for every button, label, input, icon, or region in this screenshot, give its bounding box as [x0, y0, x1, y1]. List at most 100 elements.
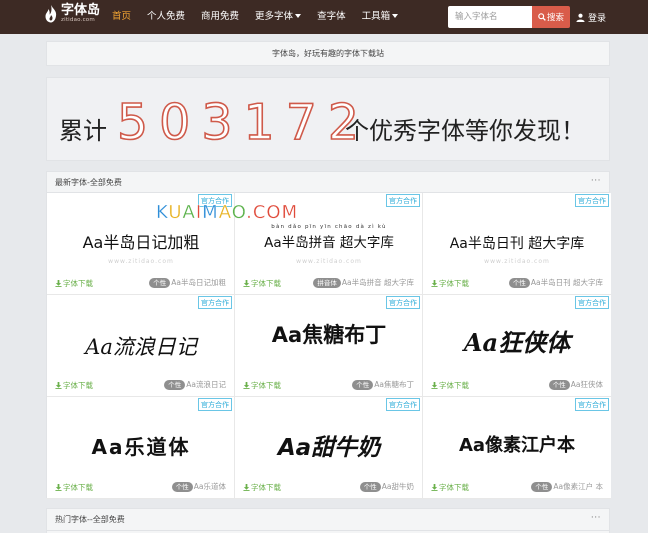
nav-home[interactable]: 首页: [104, 0, 139, 34]
download-label: 字体下载: [63, 381, 93, 390]
partner-badge: 官方合作: [198, 296, 232, 309]
latest-fonts-section: 最新字体-全部免费 ··· 官方合作 Aa半岛日记加粗 www.zitidao.…: [46, 171, 611, 499]
download-label: 字体下载: [63, 279, 93, 288]
download-icon: [55, 484, 62, 491]
nav-more-fonts-label: 更多字体: [255, 11, 294, 22]
font-name: Aa半岛日刊 超大字库: [530, 278, 603, 287]
nav-find-font[interactable]: 查字体: [309, 0, 354, 34]
font-meta: 个性 Aa流浪日记: [164, 379, 226, 390]
download-link[interactable]: 字体下载: [243, 482, 281, 493]
caret-down-icon: [295, 14, 302, 18]
logo-name: 字体岛: [61, 3, 101, 18]
download-icon: [55, 382, 62, 389]
font-meta: 个性 Aa狂侠体: [548, 379, 603, 390]
section-title: 最新字体-全部免费: [55, 177, 122, 187]
kuaimao-letter-a: A: [182, 202, 196, 223]
more-icon[interactable]: ···: [591, 513, 601, 523]
font-name: Aa半岛拼音 超大字库: [341, 278, 414, 287]
kuaimao-rest: .COM: [246, 202, 299, 223]
font-sample: Aa甜牛奶: [277, 435, 381, 461]
style-tag: 个性: [508, 277, 530, 288]
download-icon: [431, 280, 438, 287]
kuaimao-letter-o: O: [231, 202, 247, 223]
pinyin-row: bàn dǎo pīn yīn chāo dà zì kù: [271, 224, 387, 230]
download-label: 字体下载: [63, 483, 93, 492]
font-card[interactable]: 官方合作 Aa像素江户本 字体下载 个性 Aa像素江户 本: [423, 397, 611, 499]
download-link[interactable]: 字体下载: [243, 380, 281, 391]
font-meta: 个性 Aa半岛日记加粗: [149, 277, 226, 288]
search-input[interactable]: [448, 6, 532, 28]
style-tag: 个性: [164, 379, 186, 390]
style-tag: 个性: [531, 481, 553, 492]
download-label: 字体下载: [439, 279, 469, 288]
search-button[interactable]: 搜索: [532, 6, 570, 28]
nav-toolbox-label: 工具箱: [361, 11, 391, 22]
flame-logo-icon: [44, 4, 58, 23]
partner-badge: 官方合作: [575, 296, 609, 309]
counter-number: 503172: [116, 93, 371, 152]
font-meta: 个性 Aa焦糖布丁: [352, 379, 414, 390]
font-card[interactable]: 官方合作 Aa焦糖布丁 字体下载 个性 Aa焦糖布丁: [235, 295, 423, 397]
font-sample: Aa半岛拼音 超大字库: [264, 235, 394, 251]
partner-badge: 官方合作: [575, 398, 609, 411]
watermark: www.zitidao.com: [484, 258, 550, 265]
font-sample: Aa流浪日记: [85, 335, 197, 359]
tagline-banner: 字体岛，好玩有趣的字体下载站: [46, 41, 610, 66]
hot-fonts-section: 热门字体--全部免费 ···: [46, 508, 610, 533]
download-icon: [243, 382, 250, 389]
login-link[interactable]: 登录: [576, 0, 606, 34]
download-link[interactable]: 字体下载: [55, 482, 93, 493]
font-card[interactable]: 官方合作 Aa流浪日记 字体下载 个性 Aa流浪日记: [47, 295, 235, 397]
font-card[interactable]: 官方合作 Aa狂侠体 字体下载 个性 Aa狂侠体: [423, 295, 611, 397]
nav-commercial-free[interactable]: 商用免费: [193, 0, 247, 34]
download-label: 字体下载: [251, 381, 281, 390]
style-tag: 个性: [149, 277, 171, 288]
counter-prefix: 累计: [59, 117, 107, 145]
counter-suffix: 个优秀字体等你发现！: [345, 117, 585, 145]
download-link[interactable]: 字体下载: [431, 380, 469, 391]
font-meta: 个性 Aa乐道体: [171, 481, 226, 492]
nav-personal-free[interactable]: 个人免费: [139, 0, 193, 34]
font-card[interactable]: 官方合作 Aa半岛日刊 超大字库 www.zitidao.com 字体下载 个性…: [423, 193, 611, 295]
font-meta: 拼音体 Aa半岛拼音 超大字库: [313, 277, 414, 288]
font-name: Aa狂侠体: [570, 380, 603, 389]
font-sample: Aa狂侠体: [463, 328, 571, 357]
nav-toolbox[interactable]: 工具箱: [354, 0, 407, 34]
download-link[interactable]: 字体下载: [243, 278, 281, 289]
download-link[interactable]: 字体下载: [431, 278, 469, 289]
style-tag: 个性: [359, 481, 381, 492]
font-name: Aa流浪日记: [186, 380, 226, 389]
more-icon[interactable]: ···: [591, 176, 601, 186]
style-tag: 个性: [548, 379, 570, 390]
download-label: 字体下载: [251, 279, 281, 288]
font-sample: Aa焦糖布丁: [271, 323, 387, 347]
download-icon: [431, 484, 438, 491]
caret-down-icon: [392, 14, 399, 18]
download-icon: [243, 280, 250, 287]
watermark: www.zitidao.com: [296, 258, 362, 265]
font-sample: Aa半岛日刊 超大字库: [449, 236, 585, 252]
font-card[interactable]: 官方合作 Aa甜牛奶 字体下载 个性 Aa甜牛奶: [235, 397, 423, 499]
font-meta: 个性 Aa半岛日刊 超大字库: [508, 277, 603, 288]
partner-badge: 官方合作: [386, 296, 420, 309]
section-header: 热门字体--全部免费 ···: [47, 509, 609, 531]
kuaimao-watermark-logo: KUAIMAO.COM: [156, 202, 298, 223]
download-label: 字体下载: [439, 381, 469, 390]
font-name: Aa半岛日记加粗: [171, 278, 226, 287]
download-label: 字体下载: [251, 483, 281, 492]
site-logo[interactable]: 字体岛 zitidao.com: [44, 4, 100, 24]
partner-badge: 官方合作: [198, 398, 232, 411]
kuaimao-letter-u: U: [168, 202, 183, 223]
font-name: Aa像素江户 本: [553, 482, 603, 491]
kuaimao-letter-a2: A: [218, 202, 232, 223]
font-name: Aa甜牛奶: [381, 482, 414, 491]
download-link[interactable]: 字体下载: [55, 278, 93, 289]
download-link[interactable]: 字体下载: [55, 380, 93, 391]
font-name: Aa焦糖布丁: [374, 380, 414, 389]
style-tag: 个性: [352, 379, 374, 390]
font-card[interactable]: 官方合作 Aa乐道体 字体下载 个性 Aa乐道体: [47, 397, 235, 499]
style-tag: 拼音体: [313, 277, 341, 288]
nav-more-fonts[interactable]: 更多字体: [247, 0, 309, 34]
download-link[interactable]: 字体下载: [431, 482, 469, 493]
tagline-text: 字体岛，好玩有趣的字体下载站: [272, 49, 384, 58]
